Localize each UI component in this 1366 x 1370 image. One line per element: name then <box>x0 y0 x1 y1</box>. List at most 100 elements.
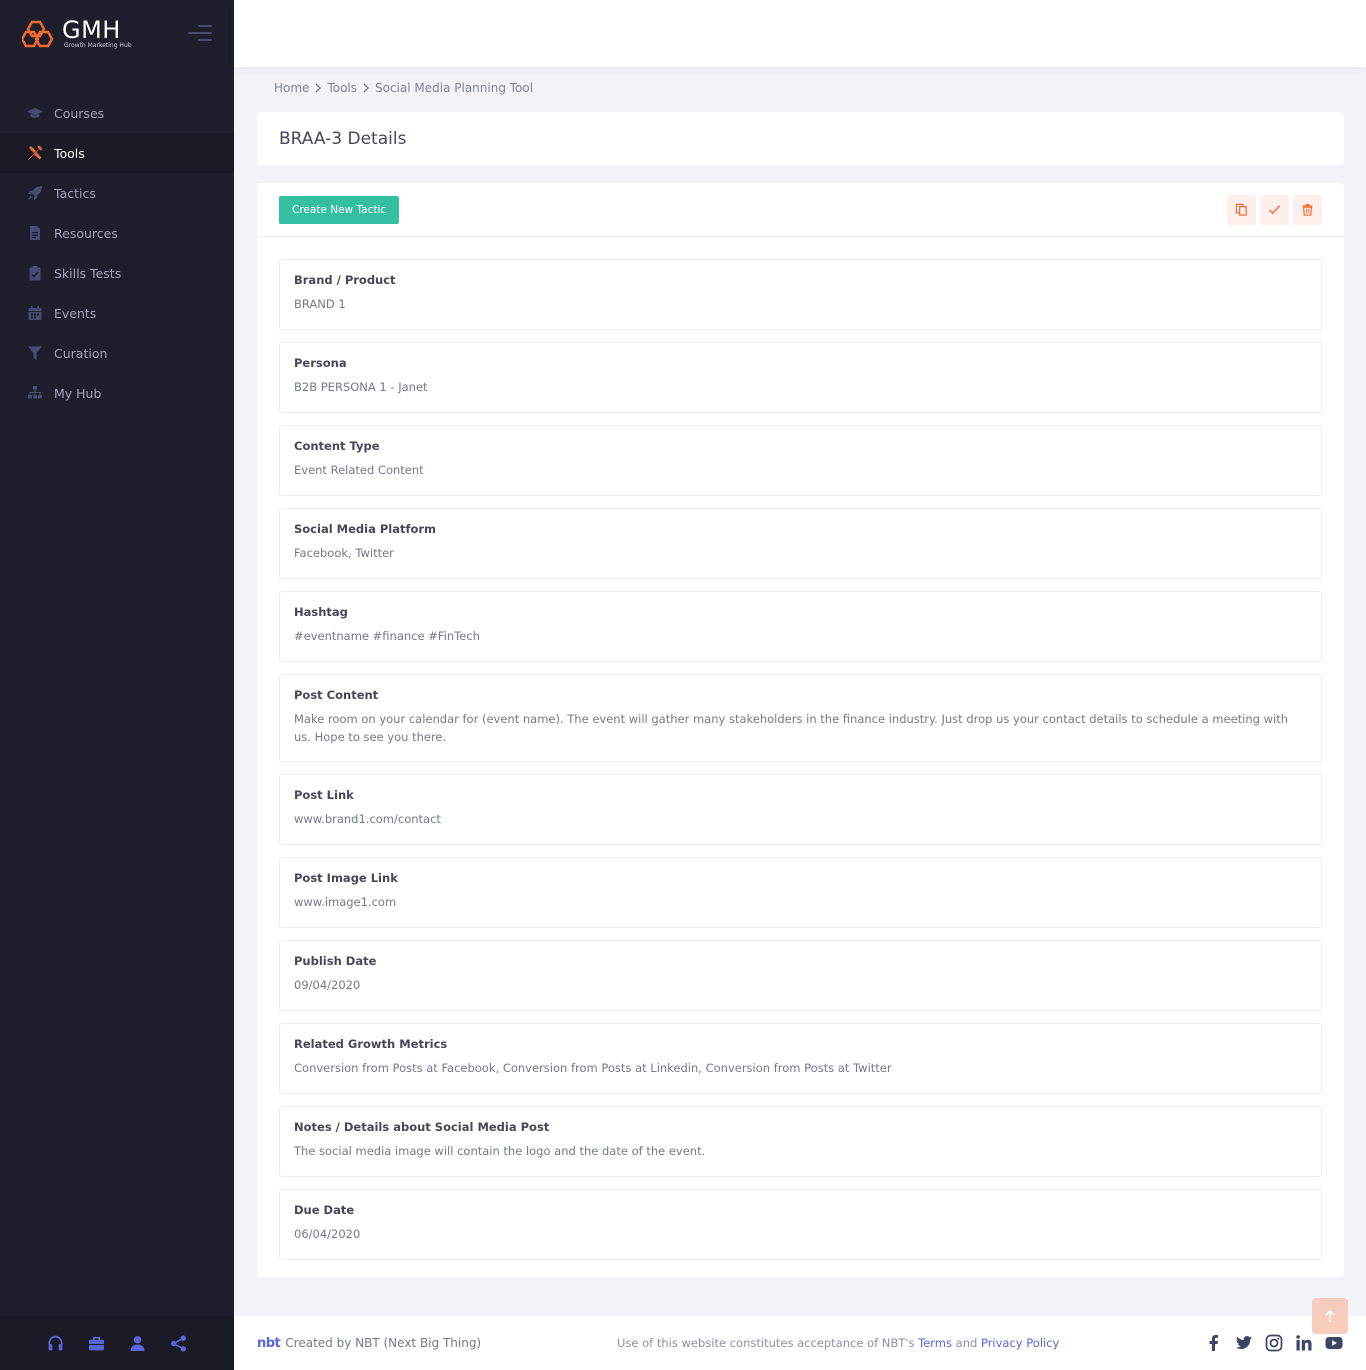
sidebar-item-skills-tests[interactable]: Skills Tests <box>0 253 234 293</box>
field-publish-date: Publish Date 09/04/2020 <box>279 940 1322 1011</box>
sidebar-menu: Courses Tools Tactics Resources Skills T… <box>0 93 234 413</box>
field-content-type: Content Type Event Related Content <box>279 425 1322 496</box>
user-icon[interactable] <box>129 1335 146 1352</box>
breadcrumb-current[interactable]: Social Media Planning Tool <box>375 81 533 95</box>
field-label: Persona <box>294 356 347 370</box>
sitemap-icon <box>27 385 43 401</box>
field-label: Social Media Platform <box>294 522 437 536</box>
sidebar-item-label: Tactics <box>54 185 96 201</box>
sidebar-item-label: Tools <box>54 145 85 161</box>
field-post-content: Post Content Make room on your calendar … <box>279 674 1322 762</box>
sidebar-item-tools[interactable]: Tools <box>0 133 234 173</box>
field-label: Post Image Link <box>294 871 398 885</box>
page-title: BRAA-3 Details <box>279 128 407 149</box>
footer-notice: Use of this website constitutes acceptan… <box>617 1336 1204 1350</box>
create-new-tactic-button[interactable]: Create New Tactic <box>279 195 400 224</box>
brand-logo[interactable]: GMH Growth Marketing Hub <box>62 18 132 50</box>
sidebar: GMH Growth Marketing Hub Courses Tools T… <box>0 0 234 1370</box>
sidebar-item-resources[interactable]: Resources <box>0 213 234 253</box>
graduation-cap-icon <box>27 105 43 121</box>
field-social-media-platform: Social Media Platform Facebook, Twitter <box>279 508 1322 579</box>
field-value: 09/04/2020 <box>294 978 361 992</box>
sidebar-item-events[interactable]: Events <box>0 293 234 333</box>
sidebar-item-label: My Hub <box>54 385 102 401</box>
field-value: BRAND 1 <box>294 297 346 311</box>
delete-button[interactable] <box>1293 194 1322 225</box>
sidebar-toggle-icon[interactable] <box>188 25 212 43</box>
field-label: Hashtag <box>294 605 348 619</box>
field-value: The social media image will contain the … <box>294 1144 706 1158</box>
sidebar-item-label: Skills Tests <box>54 265 122 281</box>
footer-and: and <box>955 1336 978 1350</box>
field-post-link: Post Link www.brand1.com/contact <box>279 774 1322 845</box>
linkedin-icon[interactable] <box>1294 1334 1313 1353</box>
field-label: Post Link <box>294 788 354 802</box>
check-icon <box>1268 205 1281 215</box>
briefcase-icon[interactable] <box>88 1335 105 1352</box>
copy-icon <box>1235 203 1247 216</box>
headset-icon[interactable] <box>47 1335 64 1352</box>
field-value: www.image1.com <box>294 895 397 909</box>
field-value: Conversion from Posts at Facebook, Conve… <box>294 1061 892 1075</box>
field-label: Brand / Product <box>294 273 396 287</box>
document-icon <box>27 225 43 241</box>
instagram-icon[interactable] <box>1264 1334 1283 1353</box>
field-value: #eventname #finance #FinTech <box>294 629 480 643</box>
sidebar-item-tactics[interactable]: Tactics <box>0 173 234 213</box>
details-card: Create New Tactic Brand / Product BRAND … <box>257 183 1344 1277</box>
top-header <box>234 0 1366 67</box>
title-card: BRAA-3 Details <box>257 112 1344 165</box>
field-value: Facebook, Twitter <box>294 546 394 560</box>
sidebar-item-label: Events <box>54 305 97 321</box>
field-due-date: Due Date 06/04/2020 <box>279 1189 1322 1260</box>
share-icon[interactable] <box>170 1335 187 1352</box>
footer-company: NBT (Next Big Thing) <box>355 1336 482 1350</box>
breadcrumb-tools[interactable]: Tools <box>327 81 357 95</box>
clipboard-check-icon <box>27 265 43 281</box>
details-toolbar: Create New Tactic <box>257 183 1344 237</box>
duplicate-button[interactable] <box>1227 194 1256 225</box>
scroll-to-top-button[interactable] <box>1312 1298 1348 1334</box>
field-label: Publish Date <box>294 954 377 968</box>
facebook-icon[interactable] <box>1204 1334 1223 1353</box>
detail-fields: Brand / Product BRAND 1 Persona B2B PERS… <box>257 237 1344 1260</box>
field-value: Event Related Content <box>294 463 424 477</box>
brand-name: GMH <box>62 16 121 44</box>
field-brand-product: Brand / Product BRAND 1 <box>279 259 1322 330</box>
sidebar-item-my-hub[interactable]: My Hub <box>0 373 234 413</box>
tools-icon <box>27 145 43 161</box>
chevron-right-icon <box>315 83 322 93</box>
sidebar-item-courses[interactable]: Courses <box>0 93 234 133</box>
sidebar-item-label: Courses <box>54 105 105 121</box>
field-label: Content Type <box>294 439 380 453</box>
field-value: Make room on your calendar for (event na… <box>294 712 1288 744</box>
filter-icon <box>27 345 43 361</box>
terms-link[interactable]: Terms <box>918 1336 952 1350</box>
page-footer: nbt Created by NBT (Next Big Thing) Use … <box>234 1316 1366 1370</box>
mark-complete-button[interactable] <box>1260 194 1289 225</box>
sidebar-item-label: Resources <box>54 225 118 241</box>
nbt-logo[interactable]: nbt <box>257 1336 281 1351</box>
field-label: Due Date <box>294 1203 355 1217</box>
twitter-icon[interactable] <box>1234 1334 1253 1353</box>
rocket-icon <box>27 185 43 201</box>
field-label: Notes / Details about Social Media Post <box>294 1120 550 1134</box>
social-links <box>1204 1334 1343 1353</box>
sidebar-footer <box>0 1316 234 1370</box>
field-label: Related Growth Metrics <box>294 1037 448 1051</box>
chevron-right-icon <box>363 83 370 93</box>
sidebar-item-curation[interactable]: Curation <box>0 333 234 373</box>
field-notes: Notes / Details about Social Media Post … <box>279 1106 1322 1177</box>
youtube-icon[interactable] <box>1324 1334 1343 1353</box>
action-buttons <box>1227 194 1322 225</box>
field-value: B2B PERSONA 1 - Janet <box>294 380 428 394</box>
calendar-icon <box>27 305 43 321</box>
privacy-policy-link[interactable]: Privacy Policy <box>981 1336 1059 1350</box>
field-value: www.brand1.com/contact <box>294 812 441 826</box>
footer-notice-text: Use of this website constitutes acceptan… <box>617 1336 915 1350</box>
sidebar-item-label: Curation <box>54 345 108 361</box>
breadcrumb-home[interactable]: Home <box>274 81 309 95</box>
breadcrumb: Home Tools Social Media Planning Tool <box>274 81 533 95</box>
gmh-logo-icon <box>22 20 54 48</box>
field-persona: Persona B2B PERSONA 1 - Janet <box>279 342 1322 413</box>
